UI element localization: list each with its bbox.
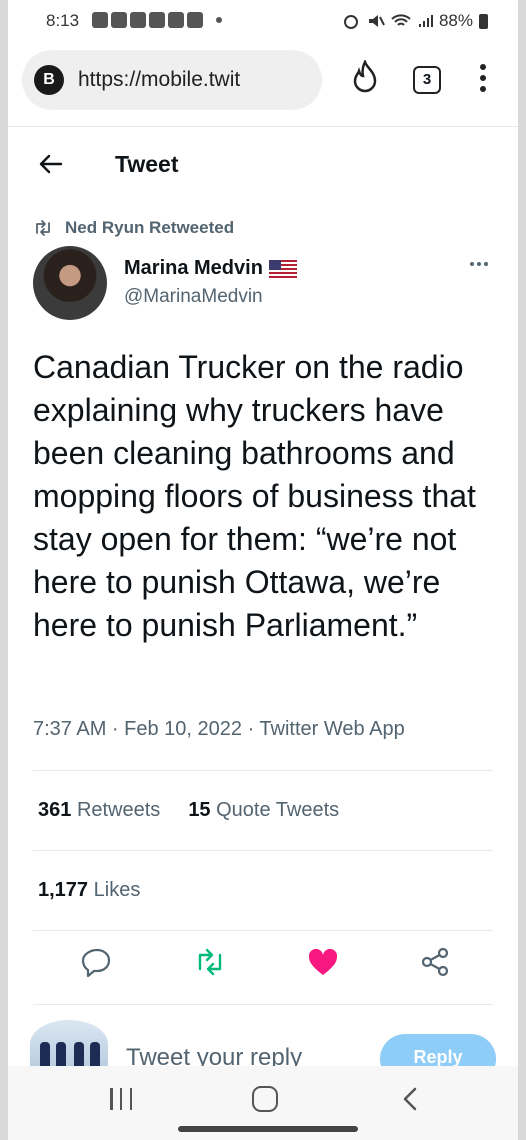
author-name[interactable]: Marina Medvin <box>124 257 263 280</box>
site-badge-icon[interactable]: B <box>34 65 64 95</box>
author-handle[interactable]: @MarinaMedvin <box>124 286 263 308</box>
divider <box>33 930 493 931</box>
notification-icons <box>92 12 222 28</box>
status-time: 8:13 <box>46 11 80 30</box>
url-text[interactable]: https://mobile.twit <box>78 68 308 92</box>
alarm-icon <box>343 15 358 29</box>
flame-icon[interactable] <box>348 60 382 96</box>
mute-icon <box>368 15 385 27</box>
tweet-text: Canadian Trucker on the radio explaining… <box>33 349 476 643</box>
notification-icon <box>130 12 146 28</box>
likes-stat[interactable]: 1,177 Likes <box>38 879 140 902</box>
us-flag-icon <box>268 259 297 278</box>
retweets-stat[interactable]: 361 Retweets <box>38 799 160 822</box>
battery-icon <box>479 13 488 29</box>
system-nav-bar <box>8 1066 518 1140</box>
divider <box>33 770 493 771</box>
more-notifications-dot <box>216 17 222 23</box>
retweet-action-icon[interactable] <box>193 945 227 979</box>
author-avatar[interactable] <box>33 246 107 320</box>
quote-tweets-stat[interactable]: 15 Quote Tweets <box>188 799 339 822</box>
page-title: Tweet <box>115 151 179 177</box>
status-right: 88% <box>341 11 488 31</box>
system-back-icon[interactable] <box>398 1086 424 1112</box>
author-name-row[interactable]: Marina Medvin <box>124 257 297 280</box>
reply-icon[interactable] <box>80 945 114 979</box>
recent-apps-icon[interactable] <box>110 1088 132 1110</box>
more-options-icon[interactable] <box>470 262 488 266</box>
tweet-meta: 7:37 AM · Feb 10, 2022 · Twitter Web App <box>33 718 405 740</box>
browser-divider <box>8 126 518 127</box>
like-icon[interactable] <box>306 945 340 979</box>
notification-icon <box>187 12 203 28</box>
retweet-context[interactable]: Ned Ryun Retweeted <box>33 218 234 238</box>
divider <box>33 850 493 851</box>
wifi-icon <box>391 14 411 26</box>
address-bar[interactable]: B https://mobile.twit <box>22 50 322 110</box>
notification-icon <box>111 12 127 28</box>
share-icon[interactable] <box>418 945 452 979</box>
my-avatar[interactable] <box>30 1020 108 1068</box>
signal-icon <box>418 15 433 27</box>
retweet-context-label: Ned Ryun Retweeted <box>65 218 235 237</box>
tab-count-button[interactable]: 3 <box>413 66 441 94</box>
engagement-stats: 361 Retweets 15 Quote Tweets <box>38 799 339 822</box>
notification-icon <box>92 12 108 28</box>
phone-screen: 8:13 88% B https://mobile.twit 3 Tweet N… <box>8 0 518 1140</box>
status-bar: 8:13 88% <box>8 0 518 42</box>
browser-menu-icon[interactable] <box>476 64 490 98</box>
notification-icon <box>149 12 165 28</box>
back-arrow-icon[interactable] <box>36 150 64 178</box>
divider <box>33 1004 493 1005</box>
battery-percent: 88% <box>438 11 473 30</box>
gesture-pill[interactable] <box>178 1126 358 1132</box>
home-icon[interactable] <box>252 1086 278 1112</box>
tweet-actions <box>8 945 518 989</box>
notification-icon <box>168 12 184 28</box>
retweet-icon <box>36 220 50 236</box>
